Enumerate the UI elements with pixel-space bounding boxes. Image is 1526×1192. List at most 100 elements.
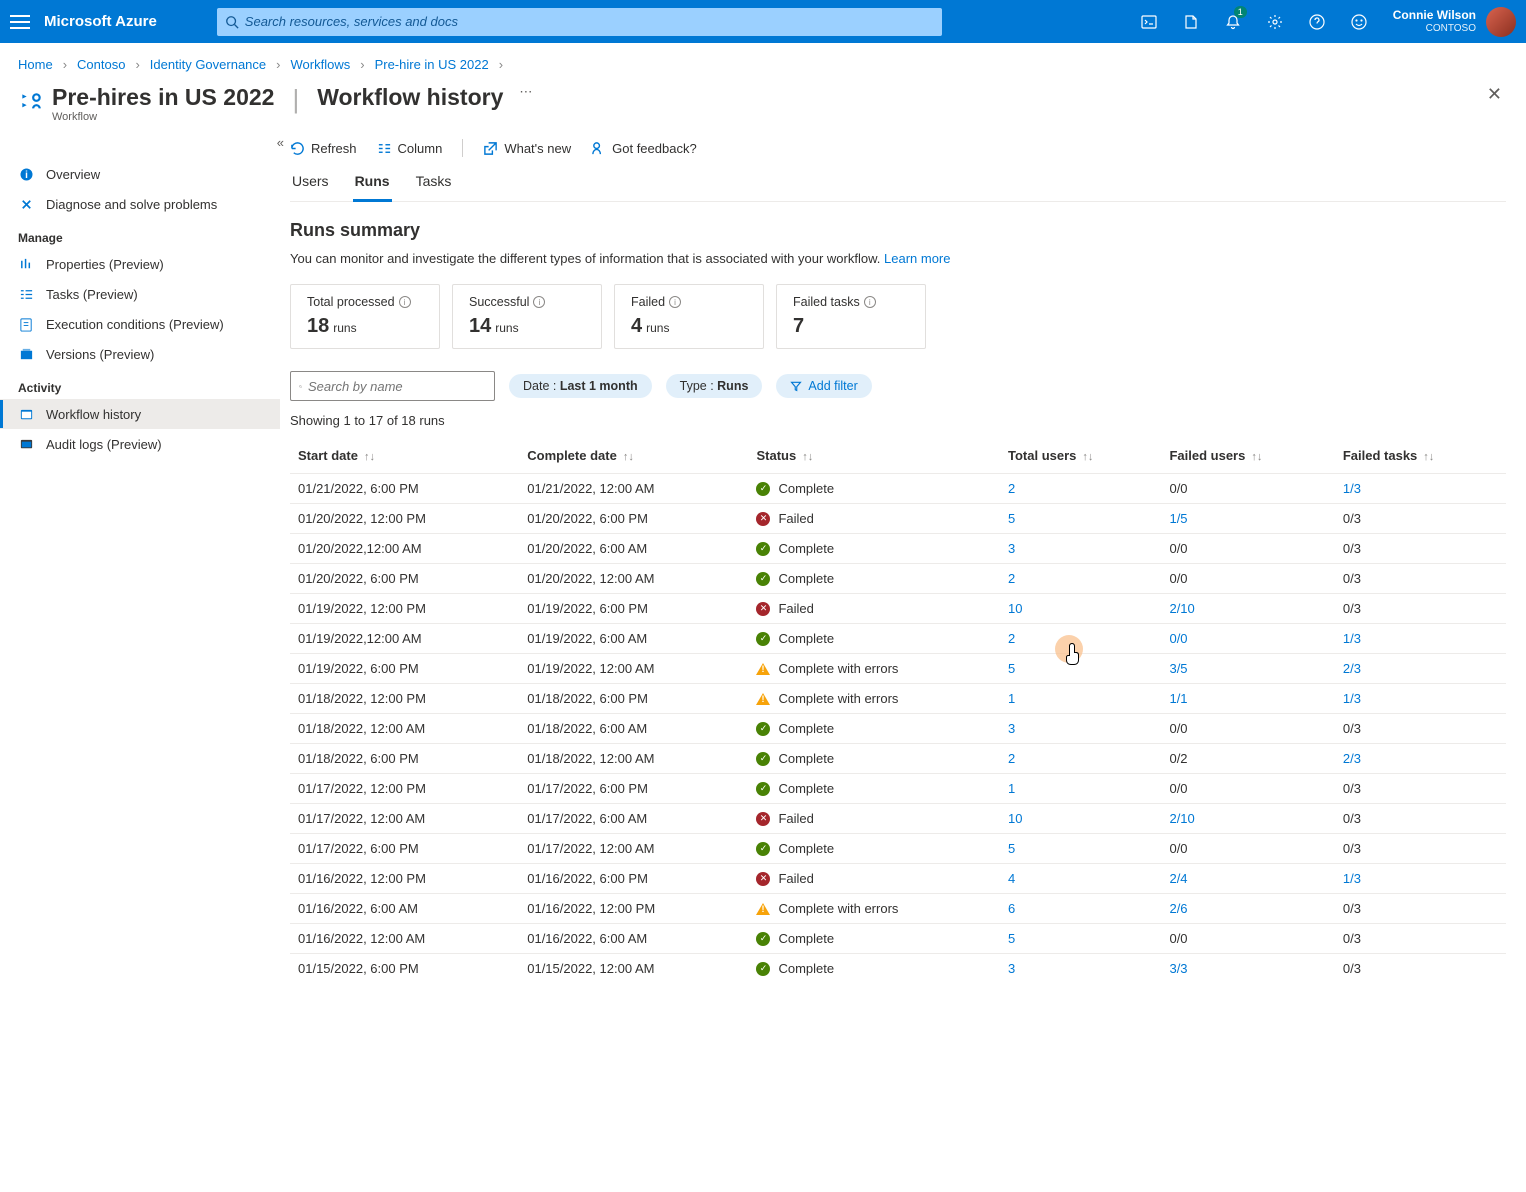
sidebar-item[interactable]: iOverview [0,159,280,189]
tab-runs[interactable]: Runs [353,173,392,202]
sidebar-item[interactable]: Tasks (Preview) [0,279,280,309]
breadcrumb-link[interactable]: Home [18,57,53,72]
search-icon [225,15,239,29]
breadcrumb-link[interactable]: Contoso [77,57,125,72]
table-row[interactable]: 01/21/2022, 6:00 PM 01/21/2022, 12:00 AM… [290,474,1506,504]
breadcrumb-link[interactable]: Workflows [291,57,351,72]
table-row[interactable]: 01/20/2022, 6:00 PM 01/20/2022, 12:00 AM… [290,564,1506,594]
cell-failed-users[interactable]: 3/3 [1161,954,1334,984]
got-feedback-button[interactable]: Got feedback? [591,141,697,156]
cell-failed-users[interactable]: 2/10 [1161,594,1334,624]
table-row[interactable]: 01/16/2022, 12:00 PM 01/16/2022, 6:00 PM… [290,864,1506,894]
tab-users[interactable]: Users [290,173,331,201]
cell-failed-users[interactable]: 1/1 [1161,684,1334,714]
close-button[interactable]: ✕ [1487,84,1502,105]
table-row[interactable]: 01/18/2022, 6:00 PM 01/18/2022, 12:00 AM… [290,744,1506,774]
sidebar-item[interactable]: Workflow history [0,399,280,429]
directories-icon[interactable] [1171,0,1211,43]
column-button[interactable]: Column [377,141,443,156]
info-icon[interactable]: i [533,296,545,308]
cell-total-users[interactable]: 2 [1000,624,1161,654]
col-start[interactable]: Start date↑↓ [290,438,519,474]
breadcrumb-link[interactable]: Identity Governance [150,57,266,72]
table-row[interactable]: 01/17/2022, 12:00 AM 01/17/2022, 6:00 AM… [290,804,1506,834]
table-row[interactable]: 01/20/2022,12:00 AM 01/20/2022, 6:00 AM … [290,534,1506,564]
filter-type[interactable]: Type : Runs [666,374,763,398]
name-search-input[interactable] [308,379,486,394]
cell-failed-tasks[interactable]: 1/3 [1335,474,1506,504]
name-search[interactable] [290,371,495,401]
global-search[interactable] [217,8,942,36]
table-row[interactable]: 01/18/2022, 12:00 AM 01/18/2022, 6:00 AM… [290,714,1506,744]
cell-total-users[interactable]: 2 [1000,564,1161,594]
sidebar-item[interactable]: Versions (Preview) [0,339,280,369]
avatar[interactable] [1486,7,1516,37]
cell-failed-tasks[interactable]: 1/3 [1335,864,1506,894]
notifications-icon[interactable]: 1 [1213,0,1253,43]
cell-failed-users[interactable]: 1/5 [1161,504,1334,534]
tab-tasks[interactable]: Tasks [414,173,454,201]
col-total-users[interactable]: Total users↑↓ [1000,438,1161,474]
col-status[interactable]: Status↑↓ [748,438,1000,474]
cell-total-users[interactable]: 5 [1000,834,1161,864]
cell-total-users[interactable]: 3 [1000,954,1161,984]
info-icon[interactable]: i [669,296,681,308]
table-row[interactable]: 01/17/2022, 6:00 PM 01/17/2022, 12:00 AM… [290,834,1506,864]
cell-failed-users[interactable]: 3/5 [1161,654,1334,684]
cell-total-users[interactable]: 6 [1000,894,1161,924]
table-row[interactable]: 01/15/2022, 6:00 PM 01/15/2022, 12:00 AM… [290,954,1506,984]
table-row[interactable]: 01/19/2022, 12:00 PM 01/19/2022, 6:00 PM… [290,594,1506,624]
cell-failed-users[interactable]: 2/6 [1161,894,1334,924]
global-search-input[interactable] [245,14,934,29]
user-block[interactable]: Connie Wilson CONTOSO [1393,9,1476,34]
col-failed-users[interactable]: Failed users↑↓ [1161,438,1334,474]
sidebar-item[interactable]: Execution conditions (Preview) [0,309,280,339]
breadcrumb-link[interactable]: Pre-hire in US 2022 [375,57,489,72]
more-button[interactable]: ⋯ [519,84,532,100]
settings-icon[interactable] [1255,0,1295,43]
sidebar-item[interactable]: Audit logs (Preview) [0,429,280,459]
cloud-shell-icon[interactable] [1129,0,1169,43]
cell-failed-users[interactable]: 0/0 [1161,624,1334,654]
col-complete[interactable]: Complete date↑↓ [519,438,748,474]
info-icon[interactable]: i [399,296,411,308]
cell-total-users[interactable]: 5 [1000,504,1161,534]
table-row[interactable]: 01/16/2022, 6:00 AM 01/16/2022, 12:00 PM… [290,894,1506,924]
cell-total-users[interactable]: 3 [1000,714,1161,744]
table-row[interactable]: 01/17/2022, 12:00 PM 01/17/2022, 6:00 PM… [290,774,1506,804]
cell-total-users[interactable]: 5 [1000,654,1161,684]
cell-total-users[interactable]: 10 [1000,594,1161,624]
cell-failed-users[interactable]: 2/4 [1161,864,1334,894]
cell-failed-tasks[interactable]: 1/3 [1335,624,1506,654]
add-filter-button[interactable]: Add filter [776,374,871,398]
refresh-button[interactable]: Refresh [290,141,357,156]
feedback-icon[interactable] [1339,0,1379,43]
cell-failed-tasks[interactable]: 2/3 [1335,744,1506,774]
collapse-sidebar-button[interactable]: « [277,135,284,150]
cell-failed-users[interactable]: 2/10 [1161,804,1334,834]
cell-total-users[interactable]: 2 [1000,744,1161,774]
filter-date[interactable]: Date : Last 1 month [509,374,652,398]
cell-total-users[interactable]: 3 [1000,534,1161,564]
hamburger-menu-button[interactable] [10,15,30,29]
cell-total-users[interactable]: 4 [1000,864,1161,894]
whats-new-button[interactable]: What's new [483,141,571,156]
table-row[interactable]: 01/16/2022, 12:00 AM 01/16/2022, 6:00 AM… [290,924,1506,954]
cell-total-users[interactable]: 1 [1000,774,1161,804]
learn-more-link[interactable]: Learn more [884,251,950,266]
cell-failed-tasks[interactable]: 2/3 [1335,654,1506,684]
table-row[interactable]: 01/19/2022, 6:00 PM 01/19/2022, 12:00 AM… [290,654,1506,684]
sidebar-item[interactable]: Properties (Preview) [0,249,280,279]
table-row[interactable]: 01/18/2022, 12:00 PM 01/18/2022, 6:00 PM… [290,684,1506,714]
info-icon[interactable]: i [864,296,876,308]
table-row[interactable]: 01/19/2022,12:00 AM 01/19/2022, 6:00 AM … [290,624,1506,654]
cell-total-users[interactable]: 5 [1000,924,1161,954]
cell-total-users[interactable]: 2 [1000,474,1161,504]
cell-total-users[interactable]: 10 [1000,804,1161,834]
help-icon[interactable] [1297,0,1337,43]
sidebar-item[interactable]: Diagnose and solve problems [0,189,280,219]
cell-total-users[interactable]: 1 [1000,684,1161,714]
cell-failed-tasks[interactable]: 1/3 [1335,684,1506,714]
table-row[interactable]: 01/20/2022, 12:00 PM 01/20/2022, 6:00 PM… [290,504,1506,534]
col-failed-tasks[interactable]: Failed tasks↑↓ [1335,438,1506,474]
